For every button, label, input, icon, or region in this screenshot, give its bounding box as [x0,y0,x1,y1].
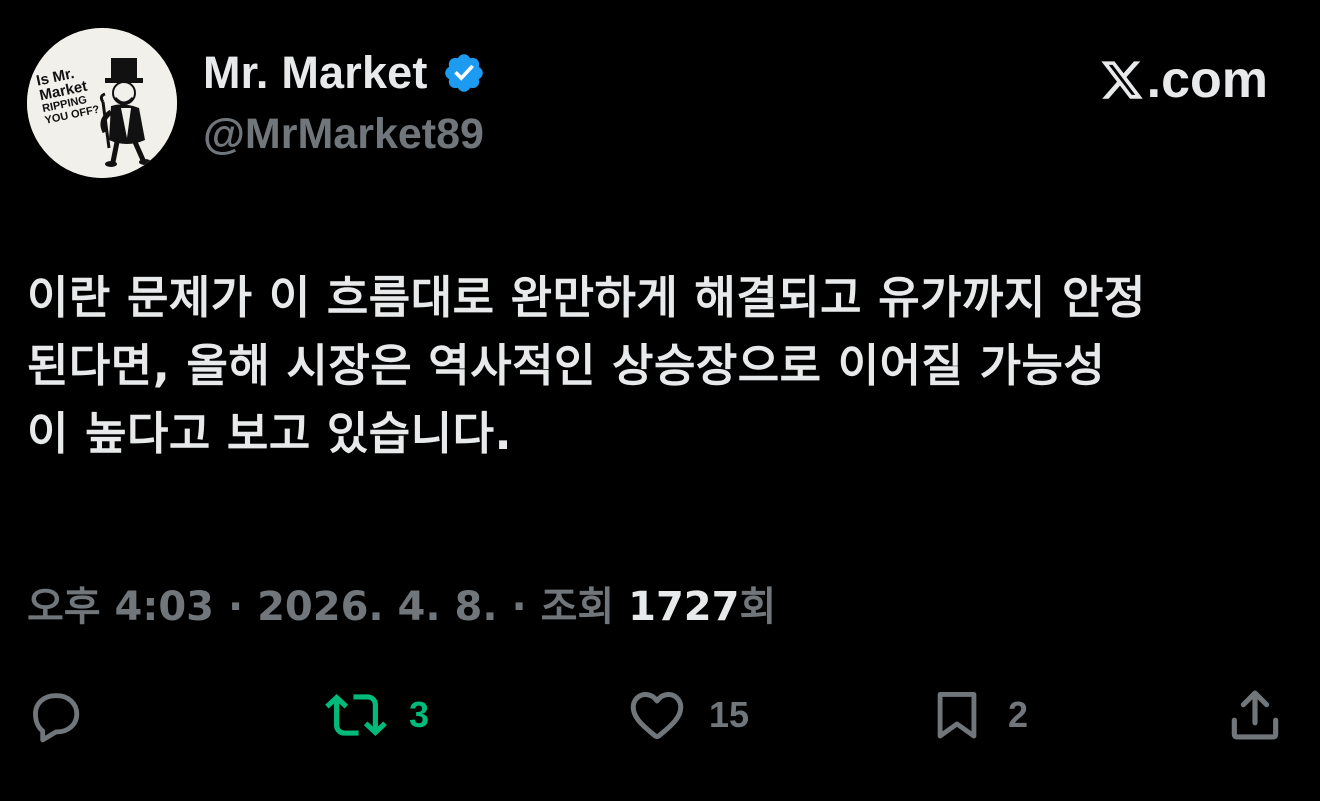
action-bar: 3 15 2 [0,680,1320,750]
avatar[interactable]: Is Mr. Market RIPPING YOU OFF? [27,28,177,178]
tweet-text: 이란 문제가 이 흐름대로 완만하게 해결되고 유가까지 안정 된다면, 올해 … [27,264,1297,468]
user-handle[interactable]: @MrMarket89 [203,110,484,159]
views-count: 1727 [628,584,740,630]
like-button[interactable]: 15 [627,680,749,750]
retweet-icon [325,694,387,736]
tweet-time[interactable]: 오후 4:03 [27,584,214,630]
bookmark-button[interactable]: 2 [928,680,1028,750]
brand-mark: .com [1099,50,1268,110]
tweet-text-line: 된다면, 올해 시장은 역사적인 상승장으로 이어질 가능성 [27,339,1106,392]
display-name-text: Mr. Market [203,47,428,98]
tweet-text-line: 이란 문제가 이 흐름대로 완만하게 해결되고 유가까지 안정 [27,271,1146,324]
display-name[interactable]: Mr. Market [203,47,486,99]
bookmark-count: 2 [1008,694,1029,735]
brand-text: .com [1146,51,1268,109]
x-logo-icon [1101,61,1143,99]
meta-separator: · [497,584,541,630]
like-count: 15 [709,694,750,735]
verified-badge-icon [444,54,483,92]
views-label: 조회 [540,584,615,630]
tweet-text-line: 이 높다고 보고 있습니다. [27,407,513,460]
reply-button[interactable] [27,680,85,750]
tweet-meta: 오후 4:03 · 2026. 4. 8. · 조회 1727회 [27,574,776,632]
views-suffix: 회 [739,584,777,630]
meta-separator: · [214,584,258,630]
reply-icon [33,693,80,743]
share-icon [1231,690,1279,740]
retweet-button[interactable]: 3 [325,680,429,750]
retweet-count: 3 [409,694,430,735]
bookmark-icon [937,692,977,739]
tweet-date[interactable]: 2026. 4. 8. [257,584,497,630]
heart-icon [630,692,684,739]
share-button[interactable] [1224,680,1286,750]
